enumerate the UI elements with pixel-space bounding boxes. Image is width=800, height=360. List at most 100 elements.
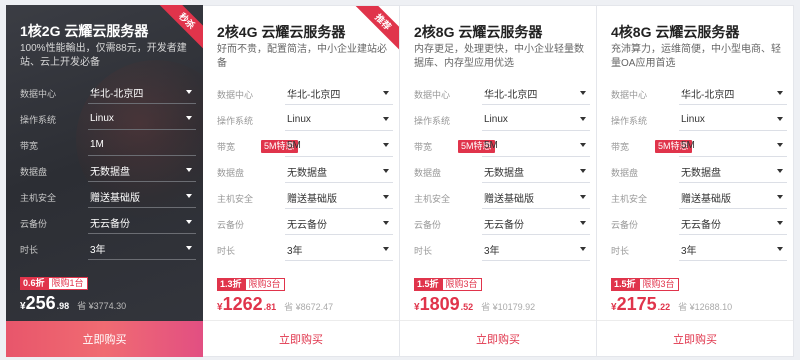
backup-label: 云备份 [414,219,442,230]
datadisk-label: 数据盘 [414,167,442,178]
buy-now-button[interactable]: 立即购买 [400,320,596,356]
security-value: 赠送基础版 [484,194,534,205]
os-row: 操作系统 Linux [611,108,789,132]
limit-badge: 限购1台 [47,277,88,290]
chevron-down-icon [186,220,192,224]
product-card-1c2g: 秒杀 1核2G 云耀云服务器 100%性能輸出，仅需88元，开发者建站、云上开发… [6,5,203,357]
datacenter-value: 华北-北京四 [681,90,735,101]
datacenter-select[interactable]: 华北-北京四 [679,83,787,105]
product-card-4c8g: 4核8G 云耀云服务器 充沛算力，运维简便，中小型电商、轻量OA应用首选 数据中… [597,5,794,357]
datacenter-row: 数据中心 华北-北京四 [414,82,592,106]
duration-label: 时长 [20,244,39,255]
chevron-down-icon [383,195,389,199]
os-label: 操作系统 [414,115,451,126]
datadisk-select[interactable]: 无数据盘 [679,161,787,183]
datadisk-select[interactable]: 无数据盘 [285,161,393,183]
datacenter-select[interactable]: 华北-北京四 [88,82,196,104]
price-integer: 1809 [419,294,460,314]
security-row: 主机安全 赠送基础版 [611,186,789,210]
os-select[interactable]: Linux [285,109,393,131]
buy-now-button[interactable]: 立即购买 [203,320,399,356]
chevron-down-icon [383,117,389,121]
backup-value: 无云备份 [90,219,130,230]
price-integer: 1262 [222,294,263,314]
chevron-down-icon [580,117,586,121]
datacenter-value: 华北-北京四 [484,90,538,101]
backup-select[interactable]: 无云备份 [285,213,393,235]
chevron-down-icon [383,221,389,225]
original-price: 省 ¥10179.92 [481,302,536,312]
duration-select[interactable]: 3年 [285,239,393,261]
os-select[interactable]: Linux [482,109,590,131]
discount-badge: 1.5折 [414,278,442,291]
datacenter-row: 数据中心 华北-北京四 [611,82,789,106]
duration-select[interactable]: 3年 [679,239,787,261]
original-price-value: ¥12688.10 [689,302,733,312]
os-row: 操作系统 Linux [217,108,395,132]
bandwidth-value-field: 1M [88,134,196,156]
bandwidth-select[interactable]: 5M [482,135,590,157]
duration-row: 时长 3年 [611,238,789,262]
backup-select[interactable]: 无云备份 [679,213,787,235]
datadisk-label: 数据盘 [20,166,48,177]
price: ¥ 2175 .22 省 ¥12688.10 [611,294,732,315]
os-value: Linux [681,114,705,125]
chevron-down-icon [186,116,192,120]
datacenter-label: 数据中心 [414,89,451,100]
datacenter-label: 数据中心 [20,88,57,99]
discount-badge: 1.3折 [217,278,245,291]
duration-row: 时长 3年 [217,238,395,262]
bandwidth-select[interactable]: 5M [679,135,787,157]
security-select[interactable]: 赠送基础版 [679,187,787,209]
bandwidth-value: 5M [681,140,695,151]
product-card-2c4g: 推荐 2核4G 云耀云服务器 好而不贵，配置简洁，中小企业建站必备 数据中心 华… [203,5,400,357]
chevron-down-icon [383,91,389,95]
security-select[interactable]: 赠送基础版 [482,187,590,209]
bandwidth-row: 带宽 5M特惠 5M [217,134,395,158]
os-value: Linux [90,113,114,124]
chevron-down-icon [580,247,586,251]
price-decimal: .52 [460,302,474,312]
chevron-down-icon [580,143,586,147]
limit-badge: 限购3台 [638,278,679,291]
security-value: 赠送基础版 [287,194,337,205]
price: ¥ 1262 .81 省 ¥8672.47 [217,294,333,315]
bandwidth-value: 1M [90,139,104,150]
chevron-down-icon [777,169,783,173]
duration-select[interactable]: 3年 [88,238,196,260]
security-select[interactable]: 赠送基础版 [88,186,196,208]
os-select[interactable]: Linux [679,109,787,131]
bandwidth-select[interactable]: 5M [285,135,393,157]
buy-now-button[interactable]: 立即购买 [6,321,203,357]
chevron-down-icon [777,195,783,199]
security-label: 主机安全 [217,193,254,204]
backup-select[interactable]: 无云备份 [482,213,590,235]
chevron-down-icon [186,194,192,198]
datadisk-select[interactable]: 无数据盘 [482,161,590,183]
bandwidth-label: 带宽 [20,140,39,151]
price-decimal: .81 [263,302,277,312]
security-select[interactable]: 赠送基础版 [285,187,393,209]
security-row: 主机安全 赠送基础版 [414,186,592,210]
backup-select[interactable]: 无云备份 [88,212,196,234]
duration-value: 3年 [681,246,697,257]
chevron-down-icon [186,246,192,250]
os-select[interactable]: Linux [88,108,196,130]
chevron-down-icon [383,143,389,147]
backup-label: 云备份 [20,218,48,229]
os-row: 操作系统 Linux [414,108,592,132]
original-price-value: ¥8672.47 [295,302,334,312]
bandwidth-value: 5M [287,140,301,151]
datadisk-row: 数据盘 无数据盘 [20,159,198,183]
datadisk-value: 无数据盘 [287,168,327,179]
datacenter-select[interactable]: 华北-北京四 [285,83,393,105]
duration-select[interactable]: 3年 [482,239,590,261]
price: ¥ 256 .98 省 ¥3774.30 [20,293,126,314]
os-value: Linux [287,114,311,125]
datadisk-select[interactable]: 无数据盘 [88,160,196,182]
buy-now-button[interactable]: 立即购买 [597,320,793,356]
duration-row: 时长 3年 [414,238,592,262]
datacenter-select[interactable]: 华北-北京四 [482,83,590,105]
chevron-down-icon [580,195,586,199]
backup-row: 云备份 无云备份 [611,212,789,236]
